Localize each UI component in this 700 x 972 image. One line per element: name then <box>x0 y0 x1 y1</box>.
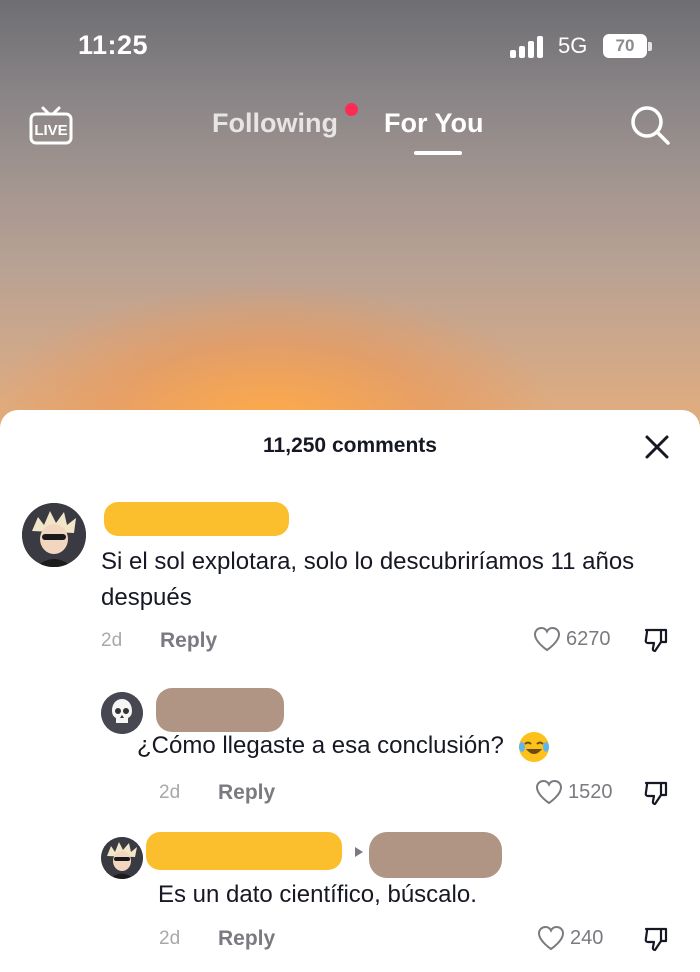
close-icon[interactable] <box>642 432 672 462</box>
search-icon[interactable] <box>628 103 672 147</box>
like-count: 240 <box>570 926 604 949</box>
notification-dot <box>345 103 358 116</box>
username-redacted[interactable] <box>146 832 342 870</box>
signal-icon <box>510 36 550 58</box>
heart-icon <box>535 779 563 805</box>
status-time: 11:25 <box>78 30 149 60</box>
comment-age: 2d <box>101 630 123 651</box>
comment-text: ¿Cómo llegaste a esa conclusión? <box>137 728 657 764</box>
laughing-tears-emoji <box>518 731 549 762</box>
battery-icon: 70 <box>603 34 647 58</box>
reply-arrow-icon <box>355 847 363 857</box>
tab-following[interactable]: Following <box>212 108 338 139</box>
heart-icon <box>537 925 565 951</box>
comment-text-body: ¿Cómo llegaste a esa conclusión? <box>137 732 504 759</box>
like-count: 1520 <box>568 780 613 803</box>
username-redacted[interactable] <box>104 502 289 536</box>
like-button[interactable]: 240 <box>536 924 603 952</box>
heart-icon <box>533 626 561 652</box>
tab-for-you[interactable]: For You <box>384 108 484 139</box>
svg-text:LIVE: LIVE <box>34 122 67 139</box>
like-button[interactable]: 6270 <box>532 625 611 653</box>
like-count: 6270 <box>566 627 611 650</box>
status-bar: 11:25 5G 70 <box>0 0 700 90</box>
live-tv-icon[interactable]: LIVE <box>28 102 74 148</box>
comment-text: Es un dato científico, búscalo. <box>158 881 477 908</box>
comments-sheet: 11,250 comments Si el sol explotara, sol… <box>0 410 700 972</box>
dislike-icon[interactable] <box>641 625 671 655</box>
username-redacted[interactable] <box>156 688 284 732</box>
reply-button[interactable]: Reply <box>218 927 275 951</box>
reply-button[interactable]: Reply <box>160 629 217 653</box>
top-navigation: LIVE Following For You <box>0 95 700 165</box>
battery-tip <box>648 42 652 51</box>
avatar[interactable] <box>22 503 86 567</box>
network-type: 5G <box>558 33 588 58</box>
dislike-icon[interactable] <box>641 924 671 954</box>
dislike-icon[interactable] <box>641 778 671 808</box>
like-button[interactable]: 1520 <box>534 778 613 806</box>
reply-button[interactable]: Reply <box>218 781 275 805</box>
comment-age: 2d <box>159 782 181 803</box>
reply-to-username-redacted[interactable] <box>369 832 502 878</box>
avatar[interactable] <box>101 837 143 879</box>
active-tab-indicator <box>414 151 462 155</box>
comment-text: Si el sol explotara, solo lo descubriría… <box>101 548 635 611</box>
comments-count-title: 11,250 comments <box>263 434 437 457</box>
comment-age: 2d <box>159 928 181 949</box>
